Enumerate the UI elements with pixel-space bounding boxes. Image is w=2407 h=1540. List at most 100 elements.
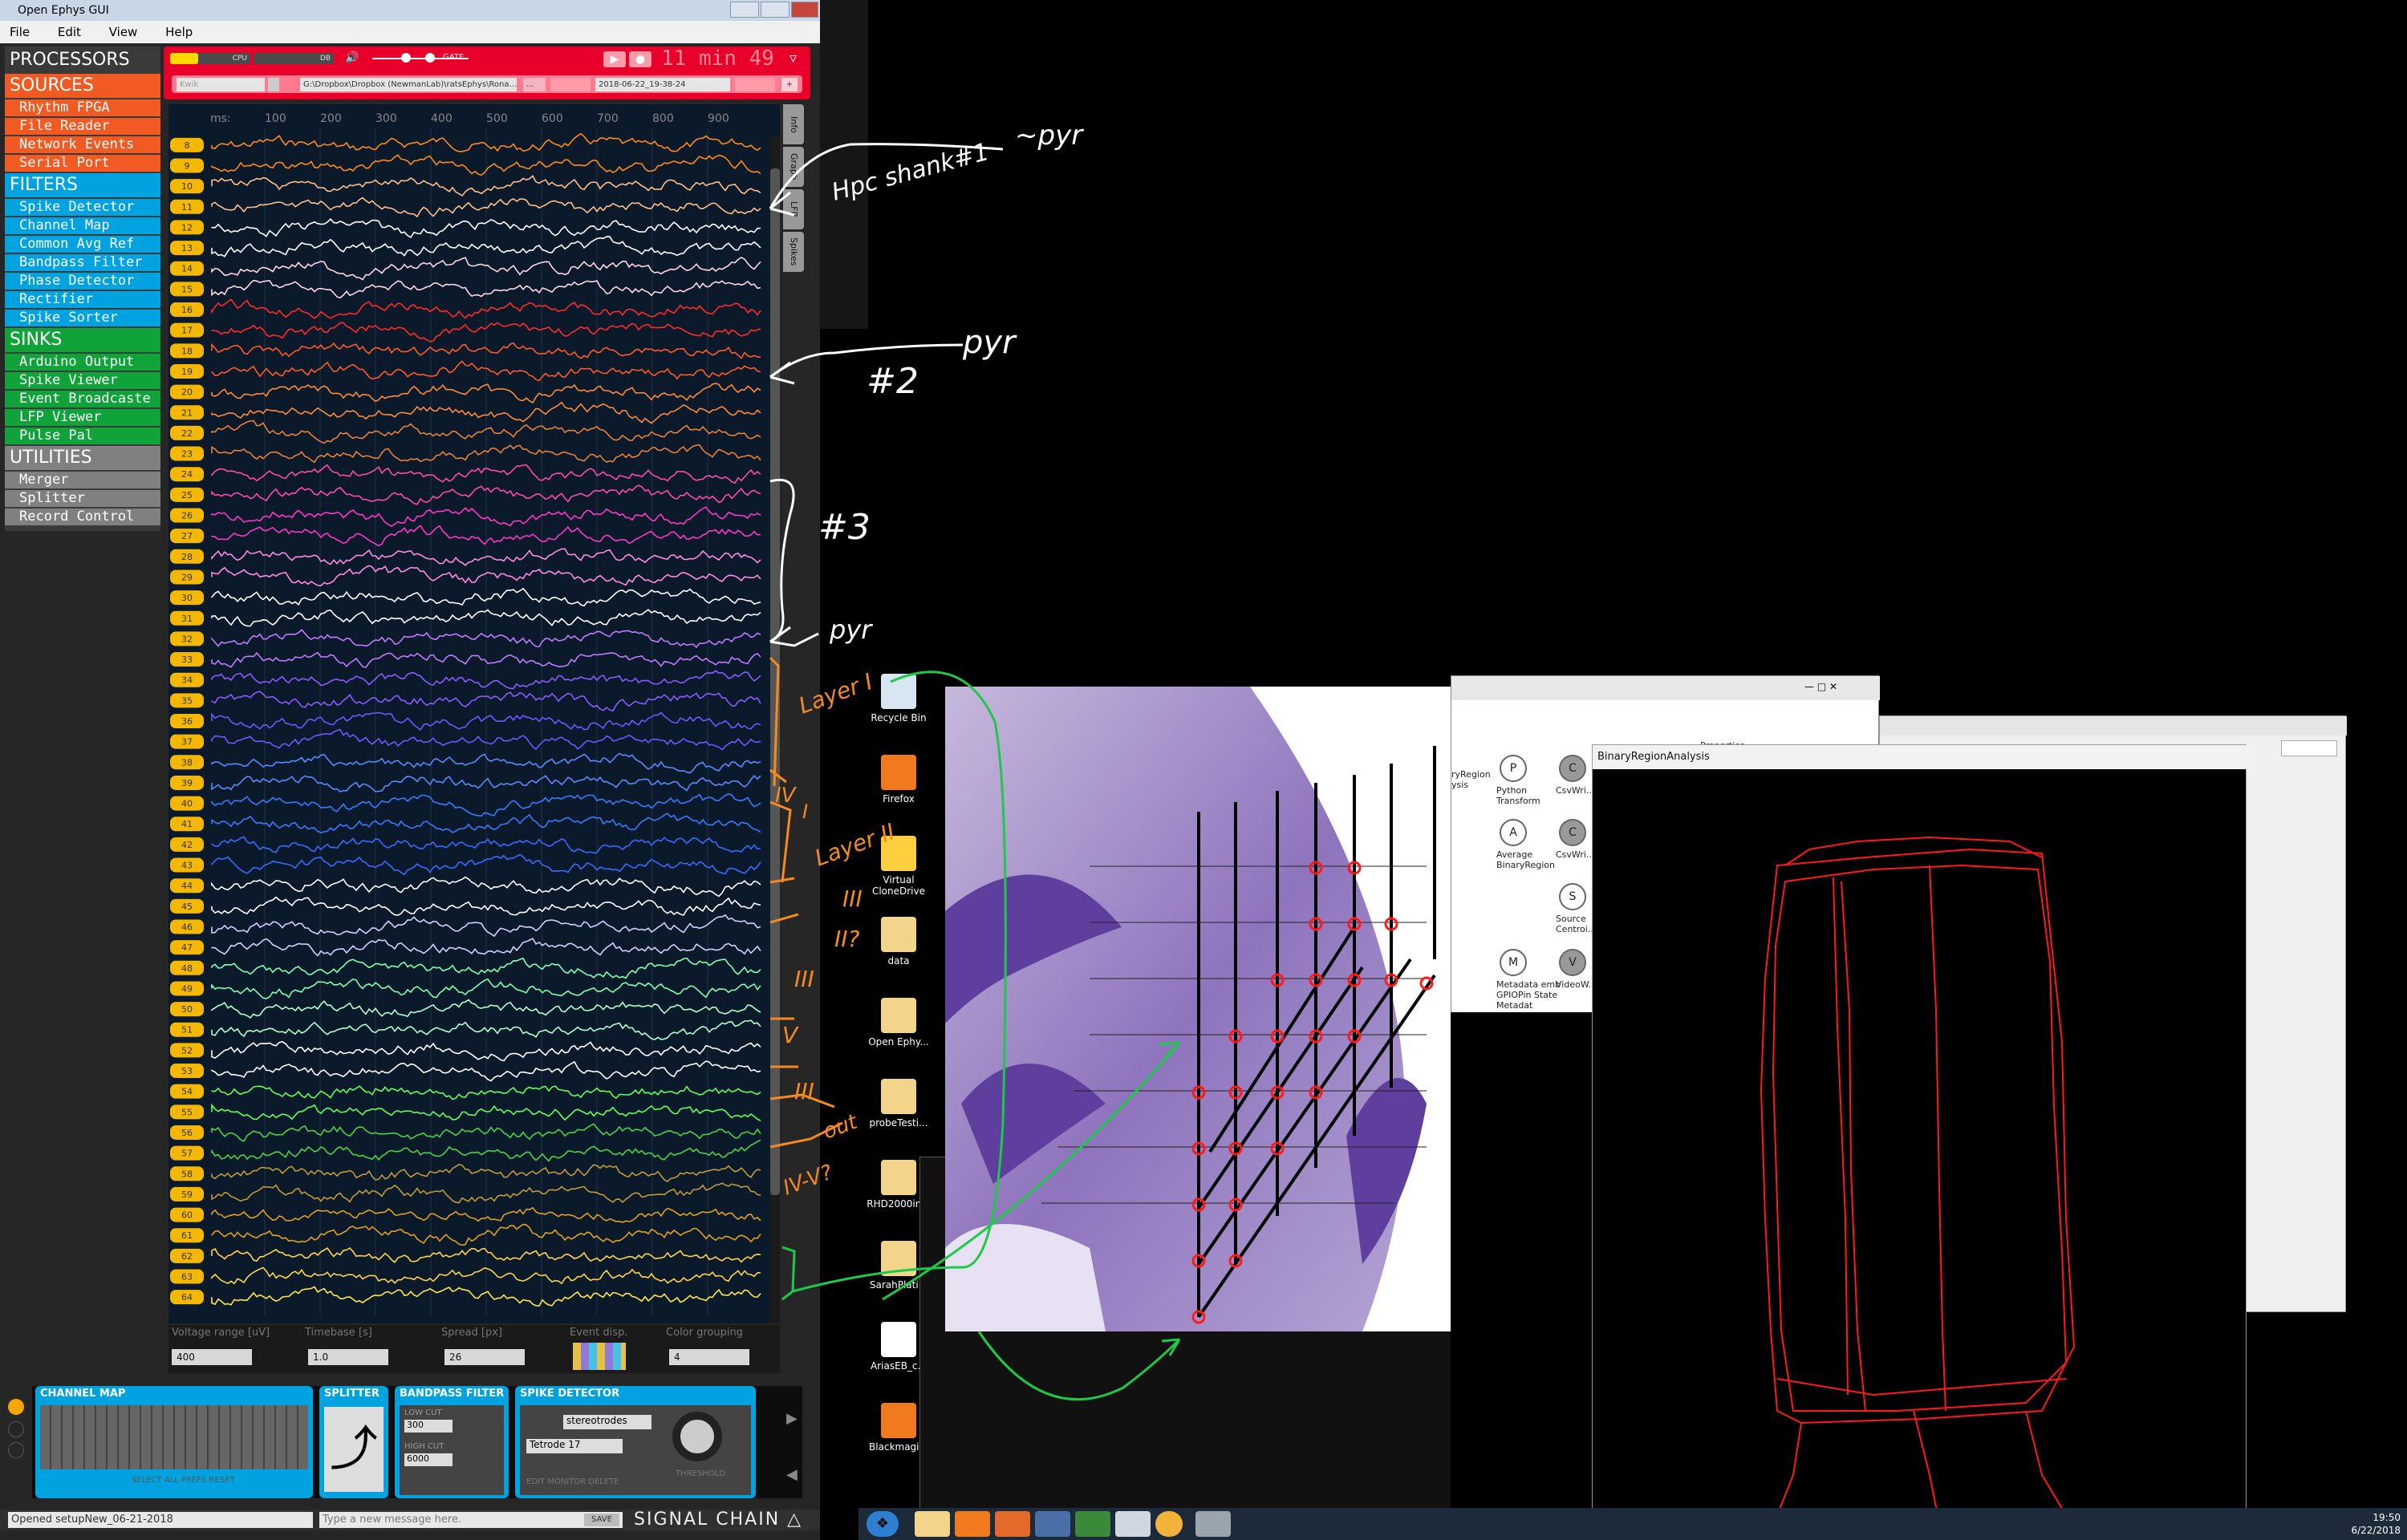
prepend-field[interactable] [550, 78, 591, 91]
scroll-right-icon[interactable]: ▶ [786, 1410, 798, 1427]
lfp-scroll-thumb[interactable] [770, 168, 780, 1195]
low-cut-input[interactable]: 300 [404, 1420, 453, 1433]
processor-arduino-output[interactable]: Arduino Output [5, 354, 160, 371]
channel-map-module[interactable]: CHANNEL MAP SELECT ALL PREFS RESET [35, 1386, 313, 1498]
channel-label[interactable]: 17 [181, 326, 193, 336]
processor-bandpass-filter[interactable]: Bandpass Filter [5, 254, 160, 271]
engine-select[interactable]: Kwik [177, 78, 265, 91]
threshold-knob[interactable] [672, 1412, 722, 1461]
desktop-icon[interactable]: Firefox [858, 755, 939, 804]
add-icon[interactable]: + [781, 78, 798, 91]
channel-label[interactable]: 50 [181, 1004, 193, 1015]
matlab-taskbar-icon[interactable] [995, 1511, 1030, 1537]
channel-label[interactable]: 18 [181, 346, 193, 356]
channel-label[interactable]: 38 [181, 757, 193, 768]
workflow-node[interactable]: P [1500, 755, 1527, 782]
channel-label[interactable]: 11 [181, 202, 193, 213]
lfp-scrollbar[interactable] [770, 136, 780, 1323]
channel-label[interactable]: 22 [181, 428, 193, 439]
processor-lfp-viewer[interactable]: LFP Viewer [5, 409, 160, 426]
processor-pulse-pal[interactable]: Pulse Pal [5, 428, 160, 444]
voltage-range-select[interactable]: 400 [172, 1349, 252, 1365]
channel-label[interactable]: 51 [181, 1025, 193, 1035]
channel-label[interactable]: 42 [181, 840, 193, 850]
channel-label[interactable]: 8 [185, 140, 190, 151]
spike-detector-actions[interactable]: EDIT MONITOR DELETE [526, 1477, 619, 1486]
channel-label[interactable]: 24 [181, 469, 193, 480]
processor-network-events[interactable]: Network Events [5, 136, 160, 153]
channel-label[interactable]: 14 [181, 264, 193, 274]
gate-slider[interactable] [404, 58, 469, 59]
electrode-type-select[interactable]: stereotrodes [563, 1415, 651, 1429]
channel-label[interactable]: 35 [181, 695, 193, 706]
processor-rhythm-fpga[interactable]: Rhythm FPGA [5, 99, 160, 116]
channel-map-actions[interactable]: SELECT ALL PREFS RESET [132, 1476, 234, 1485]
append-field[interactable] [735, 78, 775, 91]
tab-lfp[interactable]: LFP [783, 189, 804, 229]
workflow-node[interactable]: C [1559, 819, 1586, 846]
chevron-down-icon[interactable]: ▿ [789, 50, 797, 67]
gate-knob[interactable] [401, 53, 411, 63]
workflow-node[interactable]: S [1559, 883, 1586, 910]
color-grouping-select[interactable]: 4 [669, 1349, 749, 1365]
processor-common-avg-ref[interactable]: Common Avg Ref [5, 236, 160, 253]
processor-event-broadcaste[interactable]: Event Broadcaste [5, 391, 160, 407]
channel-label[interactable]: 27 [181, 531, 193, 541]
message-input[interactable]: Type a new message here. [319, 1512, 623, 1528]
paint-taskbar-icon[interactable] [1195, 1511, 1231, 1537]
channel-label[interactable]: 64 [181, 1292, 193, 1303]
app-taskbar-icon[interactable] [1035, 1511, 1070, 1537]
category-sources[interactable]: SOURCES [5, 74, 160, 98]
channel-label[interactable]: 53 [181, 1066, 193, 1076]
workflow-node[interactable]: M [1500, 949, 1527, 976]
category-filters[interactable]: FILTERS [5, 173, 160, 197]
engine-settings-icon[interactable] [268, 78, 279, 91]
channel-map-grid[interactable] [40, 1405, 308, 1469]
workflow-node[interactable]: V [1559, 949, 1586, 976]
channel-label[interactable]: 28 [181, 552, 193, 562]
speaker-icon[interactable]: 🔊 [345, 51, 359, 64]
channel-label[interactable]: 21 [181, 407, 193, 418]
tab-spikes[interactable]: Spikes [783, 232, 804, 272]
channel-label[interactable]: 55 [181, 1107, 193, 1117]
tab-info[interactable]: Info [783, 104, 804, 144]
spike-detector-module[interactable]: SPIKE DETECTOR stereotrodes Tetrode 17 T… [515, 1386, 756, 1498]
window-controls[interactable]: — □ ✕ [1804, 681, 1869, 694]
category-processors[interactable]: PROCESSORS [5, 48, 160, 72]
channel-label[interactable]: 62 [181, 1251, 193, 1262]
channel-label[interactable]: 44 [181, 881, 193, 891]
high-cut-input[interactable]: 6000 [404, 1453, 453, 1466]
channel-label[interactable]: 40 [181, 799, 193, 809]
menu-edit[interactable]: Edit [58, 25, 81, 39]
stream-a-button[interactable] [8, 1399, 24, 1415]
channel-label[interactable]: 31 [181, 614, 193, 624]
processor-channel-map[interactable]: Channel Map [5, 217, 160, 234]
channel-label[interactable]: 63 [181, 1272, 193, 1283]
spread-select[interactable]: 26 [444, 1349, 525, 1365]
channel-label[interactable]: 60 [181, 1210, 193, 1221]
processor-file-reader[interactable]: File Reader [5, 118, 160, 135]
network-taskbar-icon[interactable] [1115, 1511, 1151, 1537]
path-field[interactable]: G:\Dropbox\Dropbox (NewmanLab)\ratsEphys… [300, 78, 517, 91]
channel-label[interactable]: 43 [181, 861, 193, 871]
save-button[interactable]: SAVE [584, 1514, 619, 1526]
workflow-node[interactable]: A [1500, 819, 1527, 846]
bandpass-filter-module[interactable]: BANDPASS FILTER LOW CUT 300 HIGH CUT 600… [395, 1386, 509, 1498]
channel-label[interactable]: 23 [181, 449, 193, 460]
desktop-icon[interactable]: probeTesti... [858, 1079, 939, 1129]
channel-label[interactable]: 25 [181, 490, 193, 500]
channel-label[interactable]: 13 [181, 243, 193, 253]
signal-chain-label[interactable]: SIGNAL CHAIN △ [634, 1510, 810, 1530]
firefox-taskbar-icon[interactable] [955, 1511, 990, 1537]
processor-spike-sorter[interactable]: Spike Sorter [5, 310, 160, 326]
scroll-left-icon[interactable]: ◀ [786, 1466, 798, 1483]
channel-label[interactable]: 33 [181, 654, 193, 665]
channel-label[interactable]: 48 [181, 963, 193, 974]
processor-phase-detector[interactable]: Phase Detector [5, 273, 160, 290]
channel-label[interactable]: 61 [181, 1230, 193, 1241]
start-button[interactable]: ❖ [867, 1511, 899, 1537]
maximize-button[interactable] [761, 2, 789, 18]
channel-label[interactable]: 9 [185, 160, 190, 171]
channel-label[interactable]: 29 [181, 572, 193, 582]
browse-button[interactable]: ... [523, 78, 546, 91]
